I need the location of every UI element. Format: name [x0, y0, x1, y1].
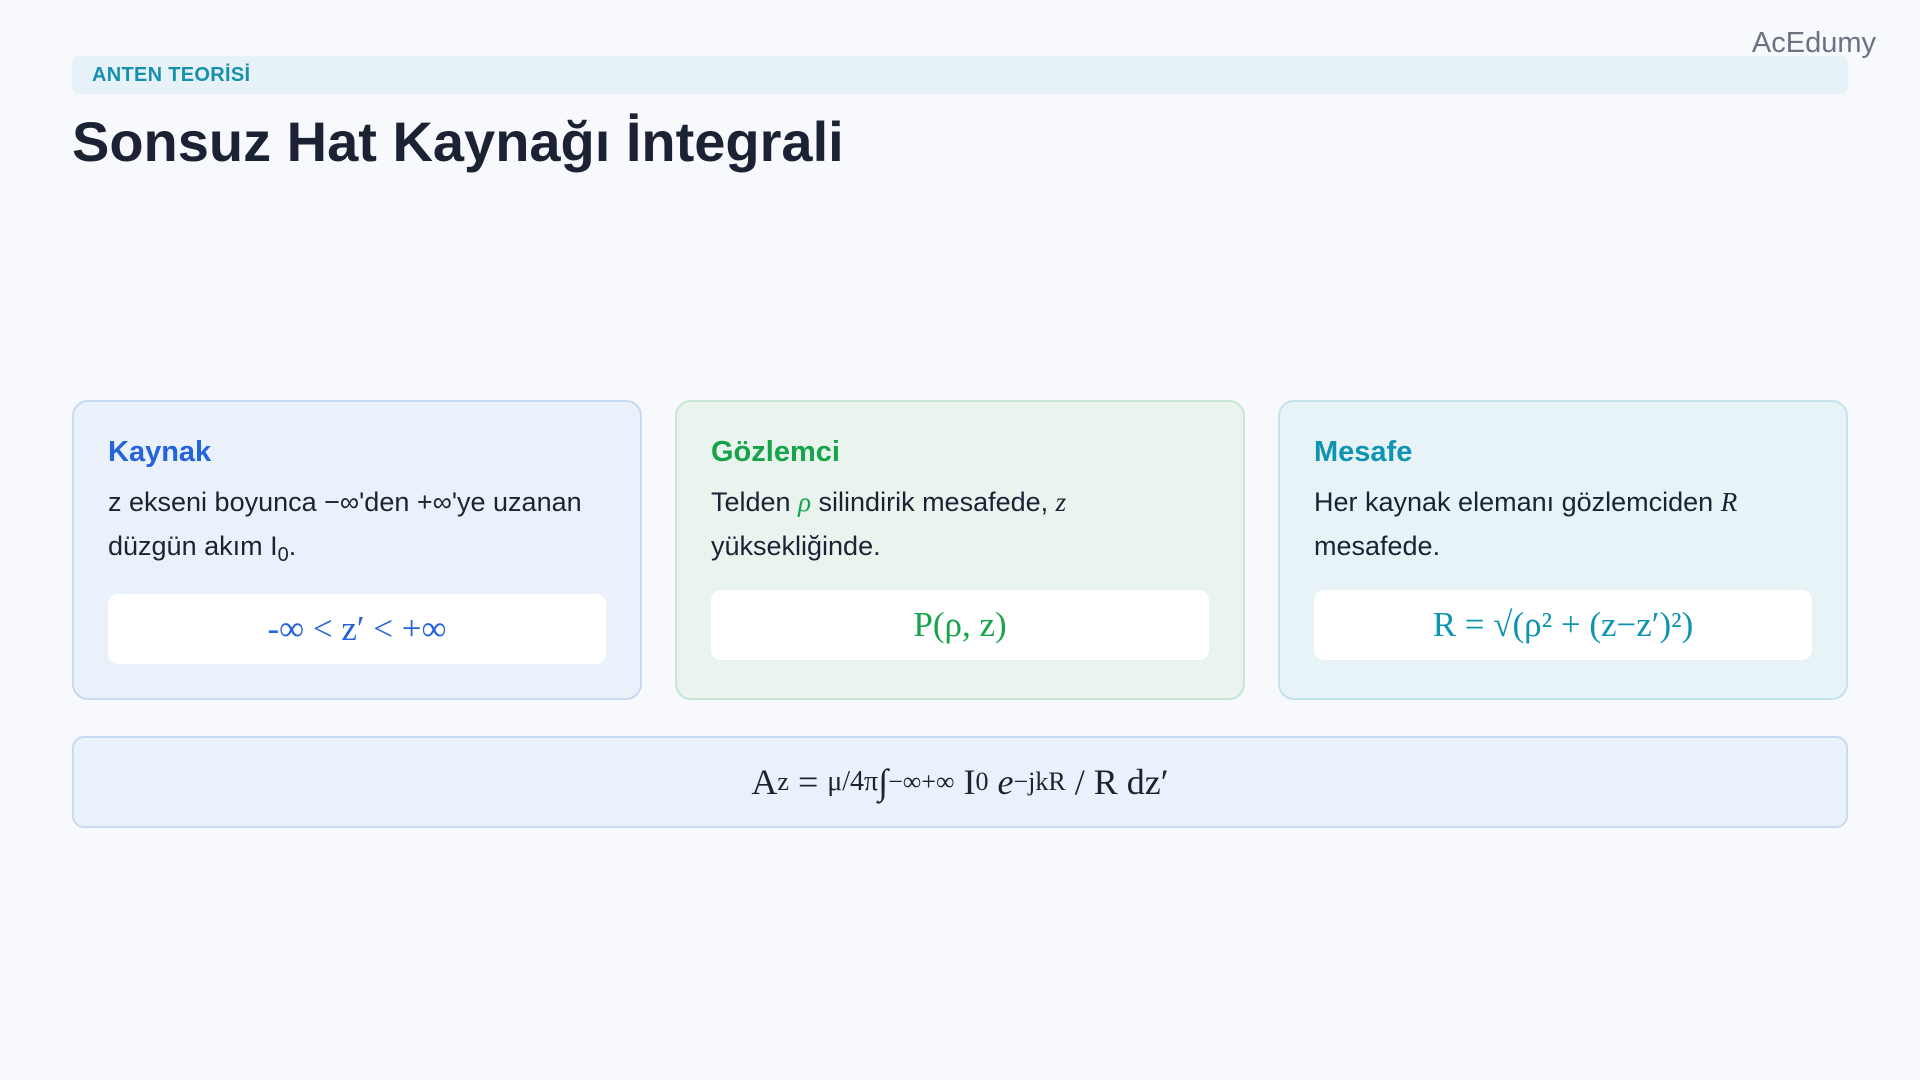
- page-title: Sonsuz Hat Kaynağı İntegrali: [72, 110, 844, 173]
- integral-formula-box: Az = μ/4π ∫ −∞ +∞ I0 e −jkR / R dz′: [72, 736, 1848, 828]
- card-observer: Gözlemci Telden ρ silindirik mesafede, z…: [675, 400, 1245, 700]
- card-text-part: Telden: [711, 487, 799, 517]
- card-text-part: Her kaynak elemanı gözlemciden: [1314, 487, 1721, 517]
- integral-sign: ∫: [878, 762, 889, 802]
- card-title: Kaynak: [108, 436, 212, 468]
- formula-coefficient: μ/4π: [827, 766, 879, 797]
- card-title: Mesafe: [1314, 436, 1413, 468]
- card-distance: Mesafe Her kaynak elemanı gözlemciden R …: [1278, 400, 1848, 700]
- formula-box: R = √(ρ² + (z−z′)²): [1314, 590, 1812, 660]
- card-text-part: yüksekliğinde.: [711, 531, 881, 561]
- card-source: Kaynak z ekseni boyunca −∞'den +∞'ye uza…: [72, 400, 642, 700]
- r-symbol: R: [1720, 487, 1738, 517]
- section-label: ANTEN TEORİSİ: [92, 63, 251, 86]
- card-description: Her kaynak elemanı gözlemciden R mesafed…: [1314, 480, 1812, 568]
- card-description: Telden ρ silindirik mesafede, z yüksekli…: [711, 480, 1209, 568]
- card-text-part: mesafede.: [1314, 531, 1441, 561]
- formula-rest: / R dz′: [1065, 762, 1169, 802]
- concept-cards: Kaynak z ekseni boyunca −∞'den +∞'ye uza…: [72, 400, 1848, 700]
- formula-exp-base: e: [988, 762, 1014, 802]
- formula-lhs-sub: z: [777, 767, 789, 796]
- card-description: z ekseni boyunca −∞'den +∞'ye uzanan düz…: [108, 480, 606, 568]
- formula-equals: =: [788, 762, 828, 802]
- formula-box: P(ρ, z): [711, 590, 1209, 660]
- formula-current-sub: 0: [975, 767, 989, 796]
- z-symbol: z: [1055, 487, 1067, 517]
- integral-lower-limit: −∞: [888, 767, 922, 796]
- card-text-subscript: 0: [277, 544, 289, 566]
- card-text-part: z ekseni boyunca −∞'den +∞'ye uzanan düz…: [108, 487, 582, 561]
- card-text-part: .: [288, 531, 297, 561]
- formula-lhs: A: [751, 762, 778, 802]
- section-header-bar: ANTEN TEORİSİ: [72, 56, 1848, 94]
- card-title: Gözlemci: [711, 436, 840, 468]
- card-text-part: silindirik mesafede,: [811, 487, 1056, 517]
- integral-upper-limit: +∞: [921, 767, 955, 796]
- rho-symbol: ρ: [798, 487, 812, 517]
- formula-current: I: [954, 762, 976, 802]
- formula-box: -∞ < z′ < +∞: [108, 594, 606, 664]
- formula-exponent: −jkR: [1013, 767, 1066, 796]
